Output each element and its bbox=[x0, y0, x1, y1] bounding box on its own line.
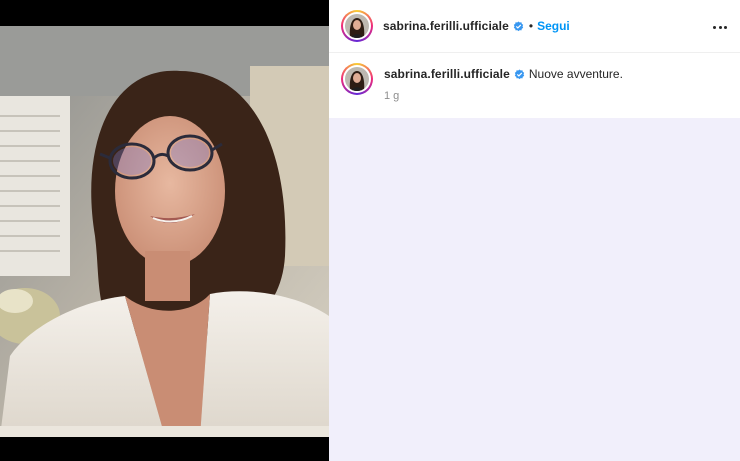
follow-button[interactable]: Segui bbox=[537, 19, 570, 33]
caption-avatar-picture bbox=[345, 67, 369, 91]
post-details-pane: sabrina.ferilli.ufficiale • Segui sabrin… bbox=[329, 0, 740, 461]
more-dot bbox=[724, 25, 728, 29]
post-header: sabrina.ferilli.ufficiale • Segui bbox=[329, 0, 740, 53]
more-dot bbox=[718, 25, 722, 29]
avatar-picture bbox=[345, 14, 369, 38]
caption-comment: sabrina.ferilli.ufficiale Nuove avventur… bbox=[341, 63, 731, 102]
caption-body: sabrina.ferilli.ufficiale Nuove avventur… bbox=[384, 67, 623, 102]
avatar-border bbox=[343, 12, 371, 40]
verified-badge-icon bbox=[513, 20, 524, 31]
post-author-username[interactable]: sabrina.ferilli.ufficiale bbox=[383, 19, 509, 33]
more-options-icon[interactable] bbox=[710, 17, 730, 37]
caption-line: sabrina.ferilli.ufficiale Nuove avventur… bbox=[384, 67, 623, 81]
caption-avatar-border bbox=[343, 65, 371, 93]
avatar-image bbox=[345, 14, 369, 38]
header-separator: • bbox=[528, 19, 534, 33]
post-photo-image bbox=[0, 26, 329, 437]
media-pane bbox=[0, 0, 329, 461]
comments-area bbox=[329, 118, 740, 461]
caption-username[interactable]: sabrina.ferilli.ufficiale bbox=[384, 67, 510, 81]
caption-avatar-image bbox=[345, 67, 369, 91]
more-dot bbox=[712, 25, 716, 29]
caption-avatar[interactable] bbox=[341, 63, 373, 95]
avatar[interactable] bbox=[341, 10, 373, 42]
caption-text: Nuove avventure. bbox=[528, 67, 623, 81]
post-photo[interactable] bbox=[0, 26, 329, 437]
verified-badge-icon bbox=[514, 68, 525, 79]
post-timestamp[interactable]: 1 g bbox=[384, 90, 623, 102]
